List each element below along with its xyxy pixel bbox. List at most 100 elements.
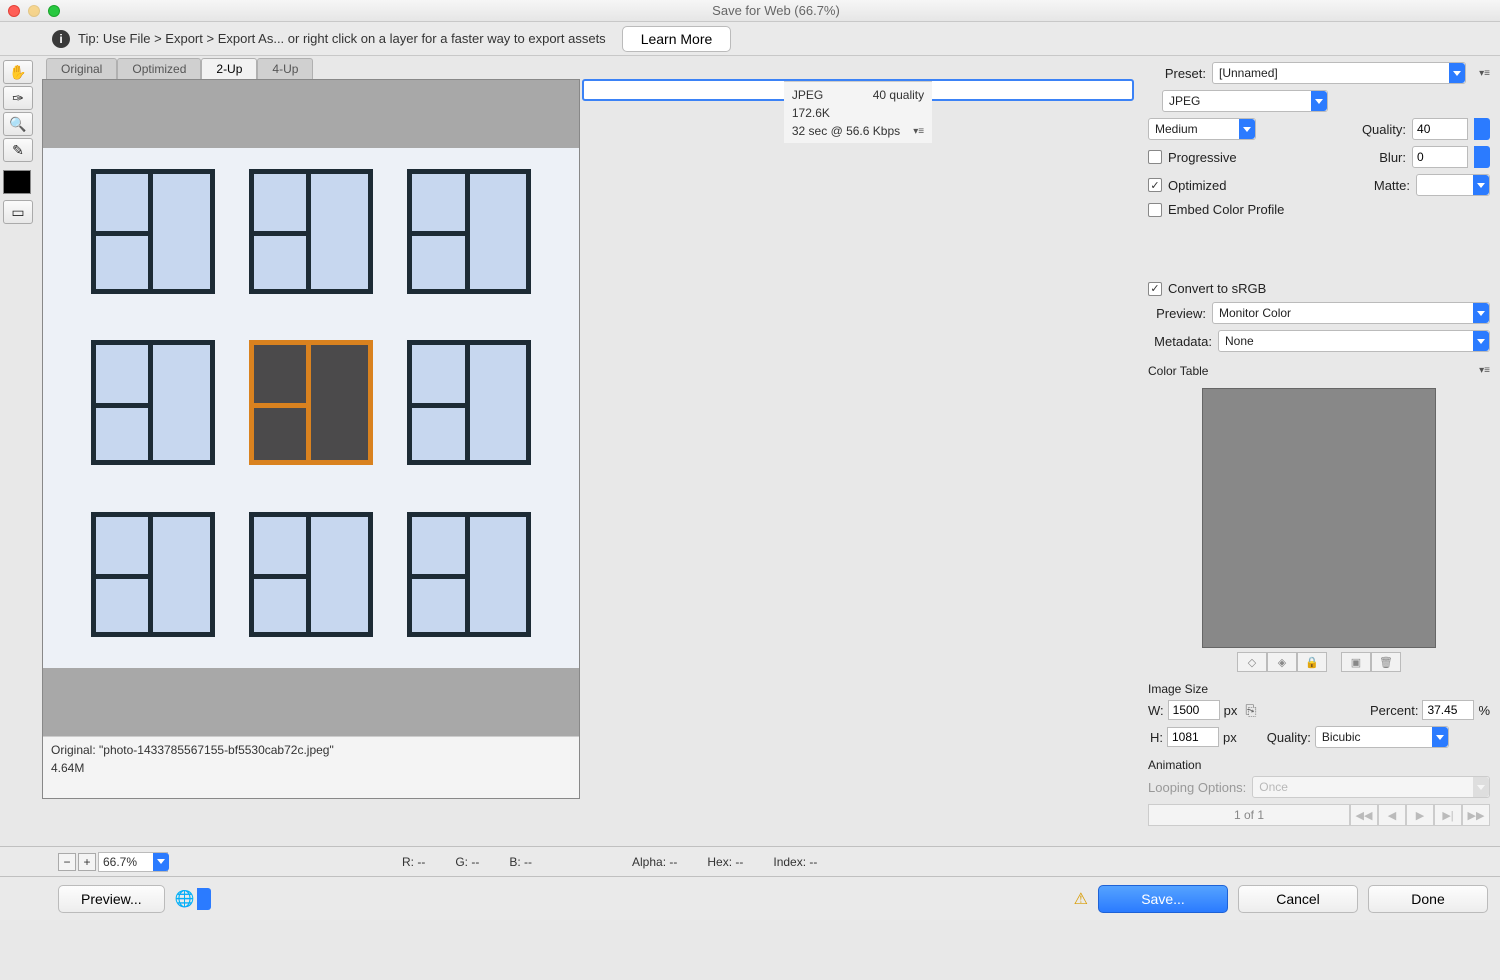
optimized-pane-footer: JPEG 40 quality 172.6K 32 sec @ 56.6 Kbp… [784,81,932,143]
eyedropper-color-swatch[interactable] [3,170,31,194]
cancel-button[interactable]: Cancel [1238,885,1358,913]
toggle-slices-visibility[interactable]: ▭ [3,200,33,224]
compression-quality-select[interactable]: Medium [1148,118,1256,140]
ct-map-transparent[interactable]: ◈ [1267,652,1297,672]
slice-select-tool[interactable]: ✑ [3,86,33,110]
resample-quality-select[interactable]: Bicubic [1315,726,1449,748]
preset-menu-icon[interactable]: ▾≡ [1472,68,1490,79]
status-index: Index: -- [773,855,817,869]
percent-sign: % [1478,703,1490,718]
status-r: R: -- [402,855,425,869]
window-title: Save for Web (66.7%) [60,3,1492,18]
last-frame-button: ▶▶ [1462,804,1490,826]
hand-tool[interactable]: ✋ [3,60,33,84]
tab-original[interactable]: Original [46,58,117,79]
tab-4up[interactable]: 4-Up [257,58,313,79]
progressive-label: Progressive [1168,150,1237,165]
window-controls [8,5,60,17]
metadata-select[interactable]: None [1218,330,1490,352]
convert-srgb-checkbox[interactable] [1148,282,1162,296]
zoom-in-button[interactable]: + [78,853,96,871]
color-table-menu-icon[interactable]: ▾≡ [1472,365,1490,376]
looping-options-label: Looping Options: [1148,780,1246,795]
blur-input[interactable] [1412,146,1468,168]
tab-2up[interactable]: 2-Up [201,58,257,79]
next-frame-button: ▶| [1434,804,1462,826]
browser-icon[interactable]: 🌐 [175,889,195,909]
warning-icon: ⚠ [1074,889,1088,909]
height-unit: px [1223,730,1237,745]
blur-stepper[interactable] [1474,146,1490,168]
minimize-window-button[interactable] [28,5,40,17]
settings-panel: Preset: [Unnamed] ▾≡ JPEG Medium Quality… [1140,56,1500,846]
resample-quality-label: Quality: [1267,730,1311,745]
color-table[interactable] [1202,388,1436,648]
title-bar: Save for Web (66.7%) [0,0,1500,22]
zoom-window-button[interactable] [48,5,60,17]
percent-label: Percent: [1370,703,1418,718]
embed-color-profile-checkbox[interactable] [1148,203,1162,217]
percent-input[interactable] [1422,700,1474,720]
done-button[interactable]: Done [1368,885,1488,913]
status-hex: Hex: -- [707,855,743,869]
constrain-proportions-icon[interactable]: ⎘ [1245,702,1256,719]
optimized-pane[interactable]: JPEG 40 quality 172.6K 32 sec @ 56.6 Kbp… [582,79,1134,101]
first-frame-button: ◀◀ [1350,804,1378,826]
color-table-buttons: ◇ ◈ 🔒 ▣ 🗑 [1148,652,1490,672]
width-unit: px [1224,703,1238,718]
blur-label: Blur: [1379,150,1406,165]
looping-options-select: Once [1252,776,1490,798]
tab-optimized[interactable]: Optimized [117,58,201,79]
preview-select[interactable]: Monitor Color [1212,302,1490,324]
view-tabs: Original Optimized 2-Up 4-Up [42,56,1134,79]
status-g: G: -- [455,855,479,869]
tip-text: Tip: Use File > Export > Export As... or… [78,31,606,46]
prev-frame-button: ◀ [1378,804,1406,826]
ct-lock-color[interactable]: 🔒 [1297,652,1327,672]
quality-stepper[interactable] [1474,118,1490,140]
ct-snap-to-web[interactable]: ◇ [1237,652,1267,672]
height-label: H: [1148,730,1163,745]
close-window-button[interactable] [8,5,20,17]
info-icon: i [52,30,70,48]
animation-label: Animation [1148,758,1490,772]
tip-bar: i Tip: Use File > Export > Export As... … [0,22,1500,56]
original-pane[interactable]: Original: "photo-1433785567155-bf5530cab… [42,79,580,799]
progressive-checkbox[interactable] [1148,150,1162,164]
zoom-level-select[interactable]: 66.7% [98,852,168,872]
zoom-out-button[interactable]: − [58,853,76,871]
learn-more-button[interactable]: Learn More [622,26,732,52]
ct-delete-color[interactable]: 🗑 [1371,652,1401,672]
original-image [43,80,579,736]
preset-select[interactable]: [Unnamed] [1212,62,1466,84]
save-button[interactable]: Save... [1098,885,1228,913]
animation-pager: 1 of 1 ◀◀ ◀ ▶ ▶| ▶▶ [1148,804,1490,826]
browser-select-stepper[interactable] [197,888,211,910]
optimized-quality: 40 quality [873,86,924,104]
width-input[interactable] [1168,700,1220,720]
tool-palette: ✋ ✑ 🔍 ✎ ▭ [0,56,42,846]
original-filename: Original: "photo-1433785567155-bf5530cab… [51,741,571,759]
matte-select[interactable] [1416,174,1490,196]
status-alpha: Alpha: -- [632,855,677,869]
height-input[interactable] [1167,727,1219,747]
image-size-label: Image Size [1148,682,1490,696]
status-b: B: -- [509,855,532,869]
preset-label: Preset: [1148,66,1206,81]
eyedropper-tool[interactable]: ✎ [3,138,33,162]
original-filesize: 4.64M [51,759,571,777]
download-rate-menu-icon[interactable]: ▾≡ [906,124,924,139]
color-table-label: Color Table [1148,364,1208,378]
optimized-label: Optimized [1168,178,1227,193]
quality-label: Quality: [1362,122,1406,137]
optimized-format: JPEG [792,86,823,104]
preview-button[interactable]: Preview... [58,885,165,913]
zoom-tool[interactable]: 🔍 [3,112,33,136]
ct-add-color[interactable]: ▣ [1341,652,1371,672]
matte-label: Matte: [1374,178,1410,193]
quality-input[interactable] [1412,118,1468,140]
optimized-checkbox[interactable] [1148,178,1162,192]
format-select[interactable]: JPEG [1162,90,1328,112]
preview-area: Original Optimized 2-Up 4-Up Original: "… [42,56,1140,846]
embed-color-profile-label: Embed Color Profile [1168,202,1284,217]
